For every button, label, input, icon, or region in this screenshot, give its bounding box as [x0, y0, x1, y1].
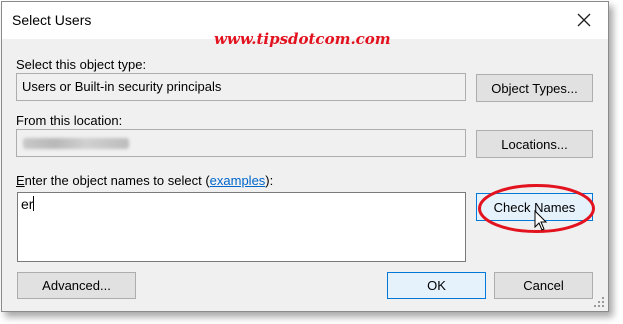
- object-names-value: er: [21, 196, 34, 212]
- cancel-button[interactable]: Cancel: [494, 272, 593, 299]
- location-label: From this location:: [16, 113, 123, 128]
- examples-link[interactable]: examples: [210, 173, 266, 188]
- object-type-label: Select this object type:: [16, 57, 147, 72]
- close-button[interactable]: [564, 6, 604, 34]
- object-type-field: Users or Built-in security principals: [16, 73, 466, 101]
- window-title: Select Users: [12, 12, 92, 28]
- object-names-label-text: nter the object names to select (: [24, 173, 210, 188]
- ok-button[interactable]: OK: [387, 272, 486, 299]
- select-users-dialog: Select Users www.tipsdotcom.com Select t…: [1, 1, 609, 312]
- object-names-label-suffix: ):: [265, 173, 274, 188]
- watermark-text: www.tipsdotcom.com: [214, 30, 391, 48]
- mouse-cursor-icon: [534, 210, 548, 231]
- object-names-input[interactable]: er: [17, 192, 466, 262]
- redacted-location-value: [23, 138, 129, 149]
- locations-button[interactable]: Locations...: [476, 130, 593, 158]
- object-names-label: Enter the object names to select (exampl…: [16, 173, 273, 188]
- text-caret: [33, 196, 35, 211]
- access-key-char: E: [16, 173, 25, 188]
- close-icon: [577, 13, 591, 27]
- location-field: [16, 129, 466, 157]
- resize-grip-icon[interactable]: [593, 296, 605, 308]
- object-types-button[interactable]: Object Types...: [476, 74, 593, 102]
- advanced-button[interactable]: Advanced...: [17, 272, 136, 299]
